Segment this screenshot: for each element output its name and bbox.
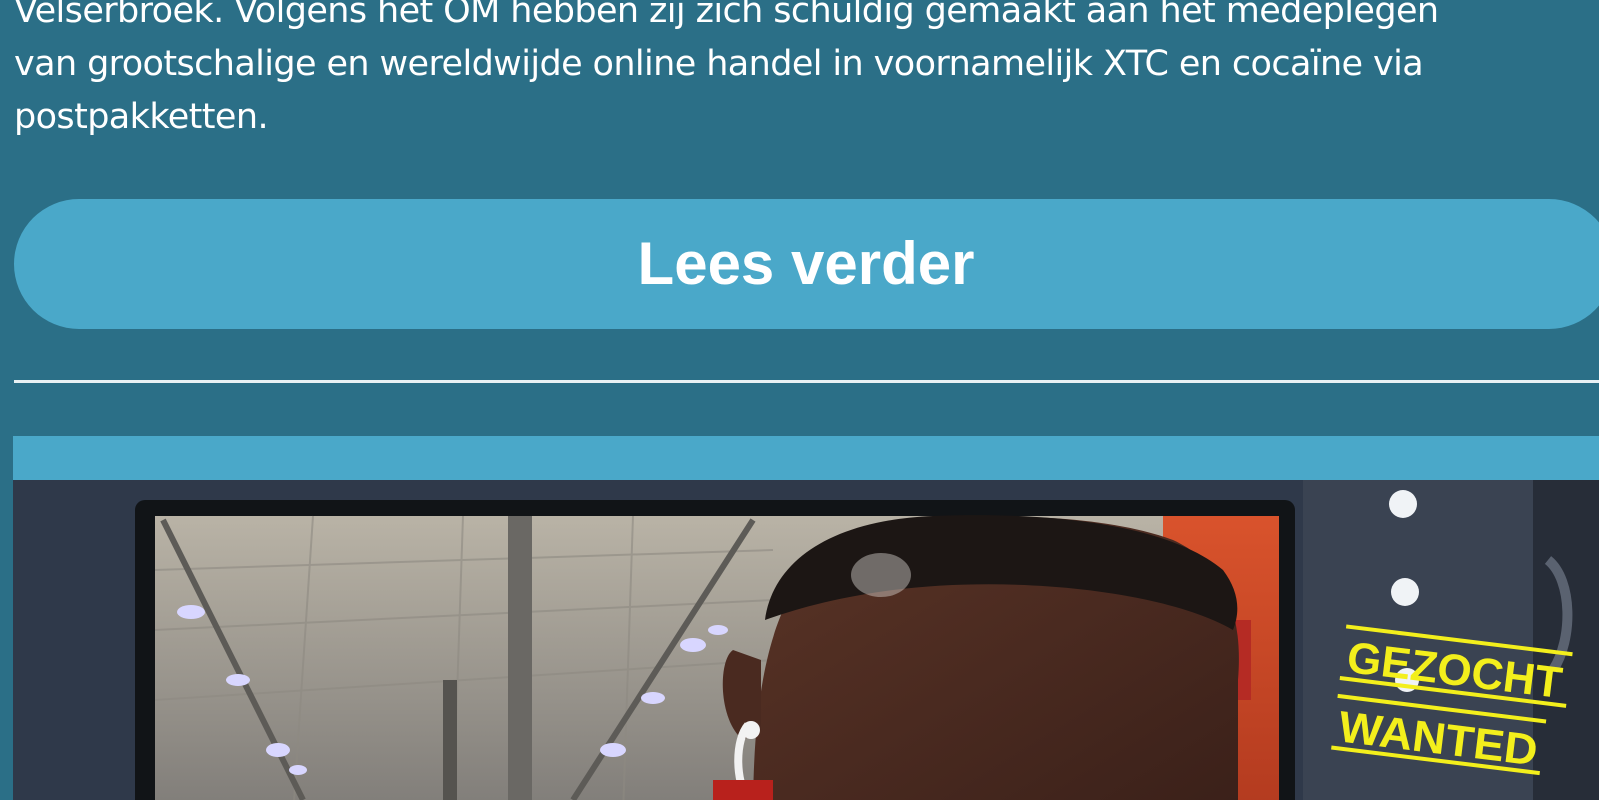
read-more-button[interactable]: Lees verder	[14, 199, 1599, 329]
article-paragraph: Velserbroek. Volgens het OM hebben zij z…	[14, 0, 1439, 137]
article-page: Velserbroek. Volgens het OM hebben zij z…	[0, 0, 1599, 800]
section-divider	[14, 380, 1599, 383]
teaser-card-header-band	[13, 436, 1599, 480]
teaser-image-wanted-poster[interactable]: GEZOCHT WANTED	[13, 480, 1599, 800]
news-teaser-card[interactable]: GEZOCHT WANTED	[13, 436, 1599, 800]
read-more-label: Lees verder	[637, 230, 975, 297]
